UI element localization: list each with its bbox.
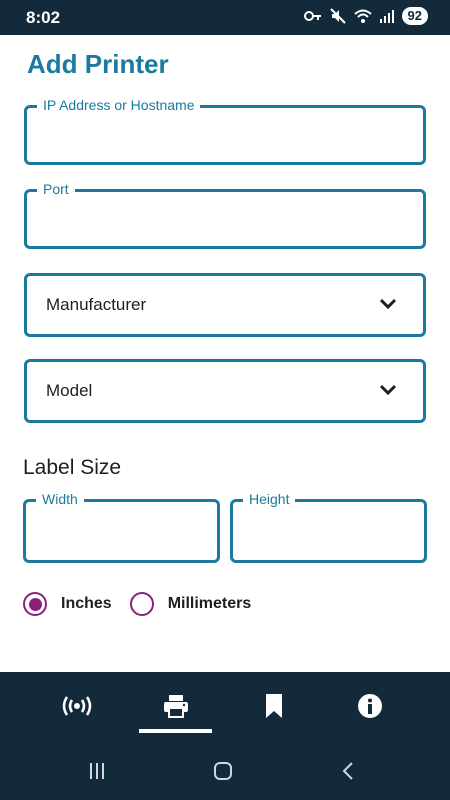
info-icon: [358, 694, 382, 718]
bookmark-icon: [266, 694, 282, 718]
height-label: Height: [243, 491, 296, 507]
height-field[interactable]: Height: [230, 491, 427, 563]
units-radio-group: Inches Millimeters: [23, 592, 251, 616]
broadcast-icon: [62, 696, 92, 716]
manufacturer-placeholder: Manufacturer: [46, 295, 147, 314]
active-tab-indicator: [139, 729, 212, 733]
bottom-nav: [0, 672, 450, 800]
ip-address-field[interactable]: IP Address or Hostname: [24, 97, 426, 165]
nav-saved[interactable]: [254, 690, 294, 722]
width-field[interactable]: Width: [23, 491, 220, 563]
printer-icon: [164, 695, 188, 718]
page-title: Add Printer: [27, 49, 169, 79]
home-icon[interactable]: [213, 762, 233, 780]
chevron-down-icon: [379, 384, 397, 396]
port-label: Port: [37, 181, 75, 197]
signal-icon: [379, 10, 394, 23]
millimeters-radio[interactable]: [129, 592, 154, 616]
model-select[interactable]: Model: [24, 359, 426, 423]
manufacturer-select[interactable]: Manufacturer: [24, 273, 426, 337]
battery-indicator: 92: [401, 7, 428, 25]
port-field[interactable]: Port: [24, 181, 426, 249]
back-icon[interactable]: [341, 762, 355, 780]
millimeters-label[interactable]: Millimeters: [168, 595, 252, 613]
width-label: Width: [36, 491, 84, 507]
ip-address-label: IP Address or Hostname: [37, 97, 201, 113]
nav-discover[interactable]: [57, 690, 97, 722]
inches-label[interactable]: Inches: [61, 595, 112, 613]
status-icons: 92: [303, 7, 428, 25]
nav-info[interactable]: [350, 690, 390, 722]
status-time: 8:02: [26, 8, 61, 27]
mute-icon: [329, 8, 346, 24]
recent-apps-icon[interactable]: [88, 762, 106, 780]
key-icon: [303, 11, 321, 21]
status-bar: 8:02 92: [0, 0, 450, 35]
inches-radio[interactable]: [23, 592, 47, 616]
model-placeholder: Model: [46, 381, 93, 400]
radio-selected-dot: [28, 597, 42, 611]
nav-printers[interactable]: [156, 690, 196, 722]
chevron-down-icon: [379, 298, 397, 310]
wifi-icon: [353, 9, 372, 23]
label-size-heading: Label Size: [23, 456, 122, 479]
